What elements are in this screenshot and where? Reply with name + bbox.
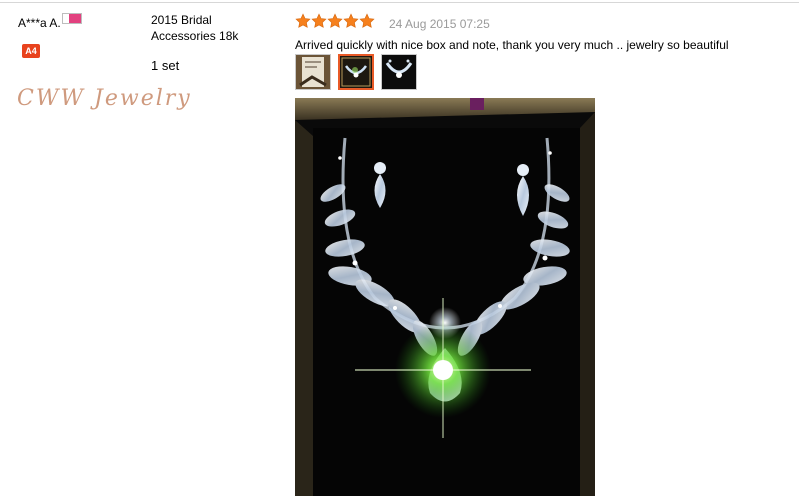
review-photo-large[interactable] — [295, 98, 595, 496]
review-photo-thumbnail-3[interactable] — [381, 54, 417, 90]
thumbnail-image-1 — [296, 55, 330, 89]
rating-stars — [295, 13, 375, 31]
store-watermark: CWW Jewelry — [17, 86, 192, 111]
thumbnail-image-3 — [382, 55, 416, 89]
star-icon — [343, 13, 359, 28]
star-icon — [295, 13, 311, 28]
jewelry-photo — [295, 98, 595, 496]
review-entry: { "buyer": { "name": "A***a A.", "level"… — [0, 0, 799, 496]
thumbnail-image-2 — [340, 56, 372, 88]
star-icon — [311, 13, 327, 28]
buyer-name: A***a A. — [18, 16, 61, 30]
country-flag-icon — [62, 13, 82, 24]
review-photo-thumbnails — [295, 54, 417, 90]
order-quantity: 1 set — [151, 58, 180, 73]
review-text: Arrived quickly with nice box and note, … — [295, 38, 729, 52]
review-date: 24 Aug 2015 07:25 — [389, 17, 490, 31]
star-icon — [327, 13, 343, 28]
buyer-level-badge: A4 — [22, 44, 40, 58]
divider — [0, 2, 799, 3]
product-name[interactable]: 2015 Bridal Accessories 18k — [151, 12, 271, 44]
review-photo-thumbnail-1[interactable] — [295, 54, 331, 90]
review-photo-thumbnail-2[interactable] — [338, 54, 374, 90]
star-icon — [359, 13, 375, 28]
